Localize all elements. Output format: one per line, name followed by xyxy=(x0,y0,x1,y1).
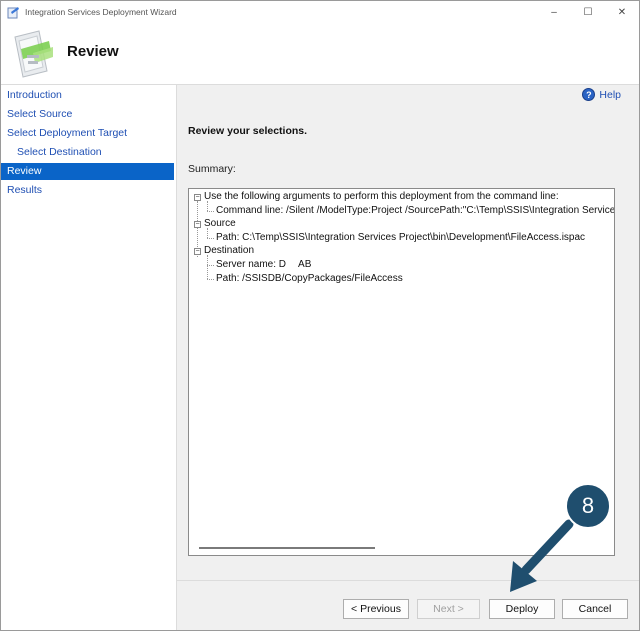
wizard-footer: < Previous Next > Deploy Cancel xyxy=(177,580,639,630)
review-heading: Review your selections. xyxy=(188,125,308,137)
wizard-header: Review xyxy=(1,23,639,85)
close-button[interactable]: ✕ xyxy=(605,1,639,23)
callout-number: 8 xyxy=(581,493,595,518)
window-title: Integration Services Deployment Wizard xyxy=(25,7,177,17)
help-link[interactable]: ? Help xyxy=(582,88,621,101)
sidebar-item-results[interactable]: Results xyxy=(1,182,174,199)
sidebar-item-select-destination[interactable]: Select Destination xyxy=(1,144,174,161)
window-controls: – ☐ ✕ xyxy=(537,1,639,23)
help-label: Help xyxy=(599,88,621,101)
horizontal-scrollbar[interactable] xyxy=(199,547,375,549)
cancel-button[interactable]: Cancel xyxy=(562,599,628,619)
sidebar-item-review[interactable]: Review xyxy=(1,163,174,180)
deploy-button[interactable]: Deploy xyxy=(489,599,555,619)
collapse-destination-icon[interactable]: − xyxy=(194,248,201,255)
help-icon: ? xyxy=(582,88,596,101)
args-node: Use the following arguments to perform t… xyxy=(204,191,559,202)
source-node: Source xyxy=(204,218,236,229)
server-name-node: Server name: D AB xyxy=(216,259,312,270)
previous-button[interactable]: < Previous xyxy=(343,599,409,619)
summary-label: Summary: xyxy=(188,163,236,175)
sidebar-item-introduction[interactable]: Introduction xyxy=(1,87,174,104)
collapse-args-icon[interactable]: − xyxy=(194,194,201,201)
collapse-source-icon[interactable]: − xyxy=(194,221,201,228)
maximize-button[interactable]: ☐ xyxy=(571,1,605,23)
deployment-wizard-window: Integration Services Deployment Wizard –… xyxy=(0,0,640,631)
wizard-steps-sidebar: Introduction Select Source Select Deploy… xyxy=(1,85,177,630)
title-bar: Integration Services Deployment Wizard –… xyxy=(1,1,639,23)
summary-tree[interactable]: − Use the following arguments to perform… xyxy=(188,188,615,556)
page-title: Review xyxy=(67,43,119,60)
source-path-node: Path: C:\Temp\SSIS\Integration Services … xyxy=(216,232,586,243)
next-button[interactable]: Next > xyxy=(417,599,480,619)
sidebar-item-select-deployment-target[interactable]: Select Deployment Target xyxy=(1,125,174,142)
wizard-app-icon xyxy=(7,6,20,19)
destination-path-node: Path: /SSISDB/CopyPackages/FileAccess xyxy=(216,273,403,284)
minimize-button[interactable]: – xyxy=(537,1,571,23)
sidebar-item-select-source[interactable]: Select Source xyxy=(1,106,174,123)
wizard-graphic-icon xyxy=(9,27,55,81)
destination-node: Destination xyxy=(204,245,255,256)
command-line-node: Command line: /Silent /ModelType:Project… xyxy=(216,205,615,216)
